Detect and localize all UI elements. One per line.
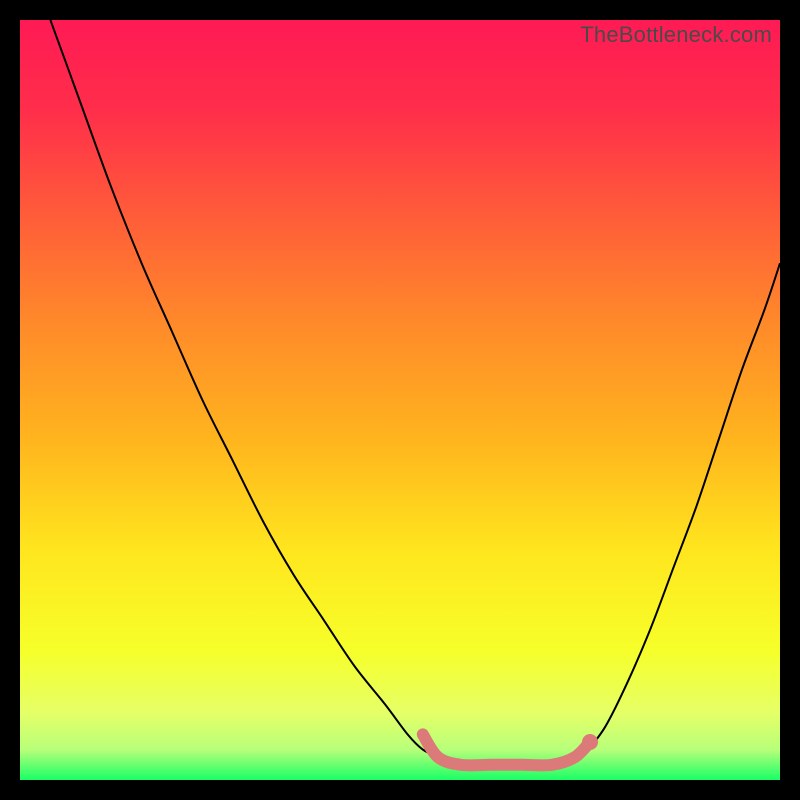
chart-frame: TheBottleneck.com — [0, 0, 800, 800]
floor-dot — [582, 734, 598, 750]
floor-marker — [423, 734, 590, 765]
watermark: TheBottleneck.com — [580, 22, 772, 48]
curve-layer — [20, 20, 780, 780]
right-curve — [582, 263, 780, 757]
left-curve — [50, 20, 438, 757]
plot-area: TheBottleneck.com — [20, 20, 780, 780]
